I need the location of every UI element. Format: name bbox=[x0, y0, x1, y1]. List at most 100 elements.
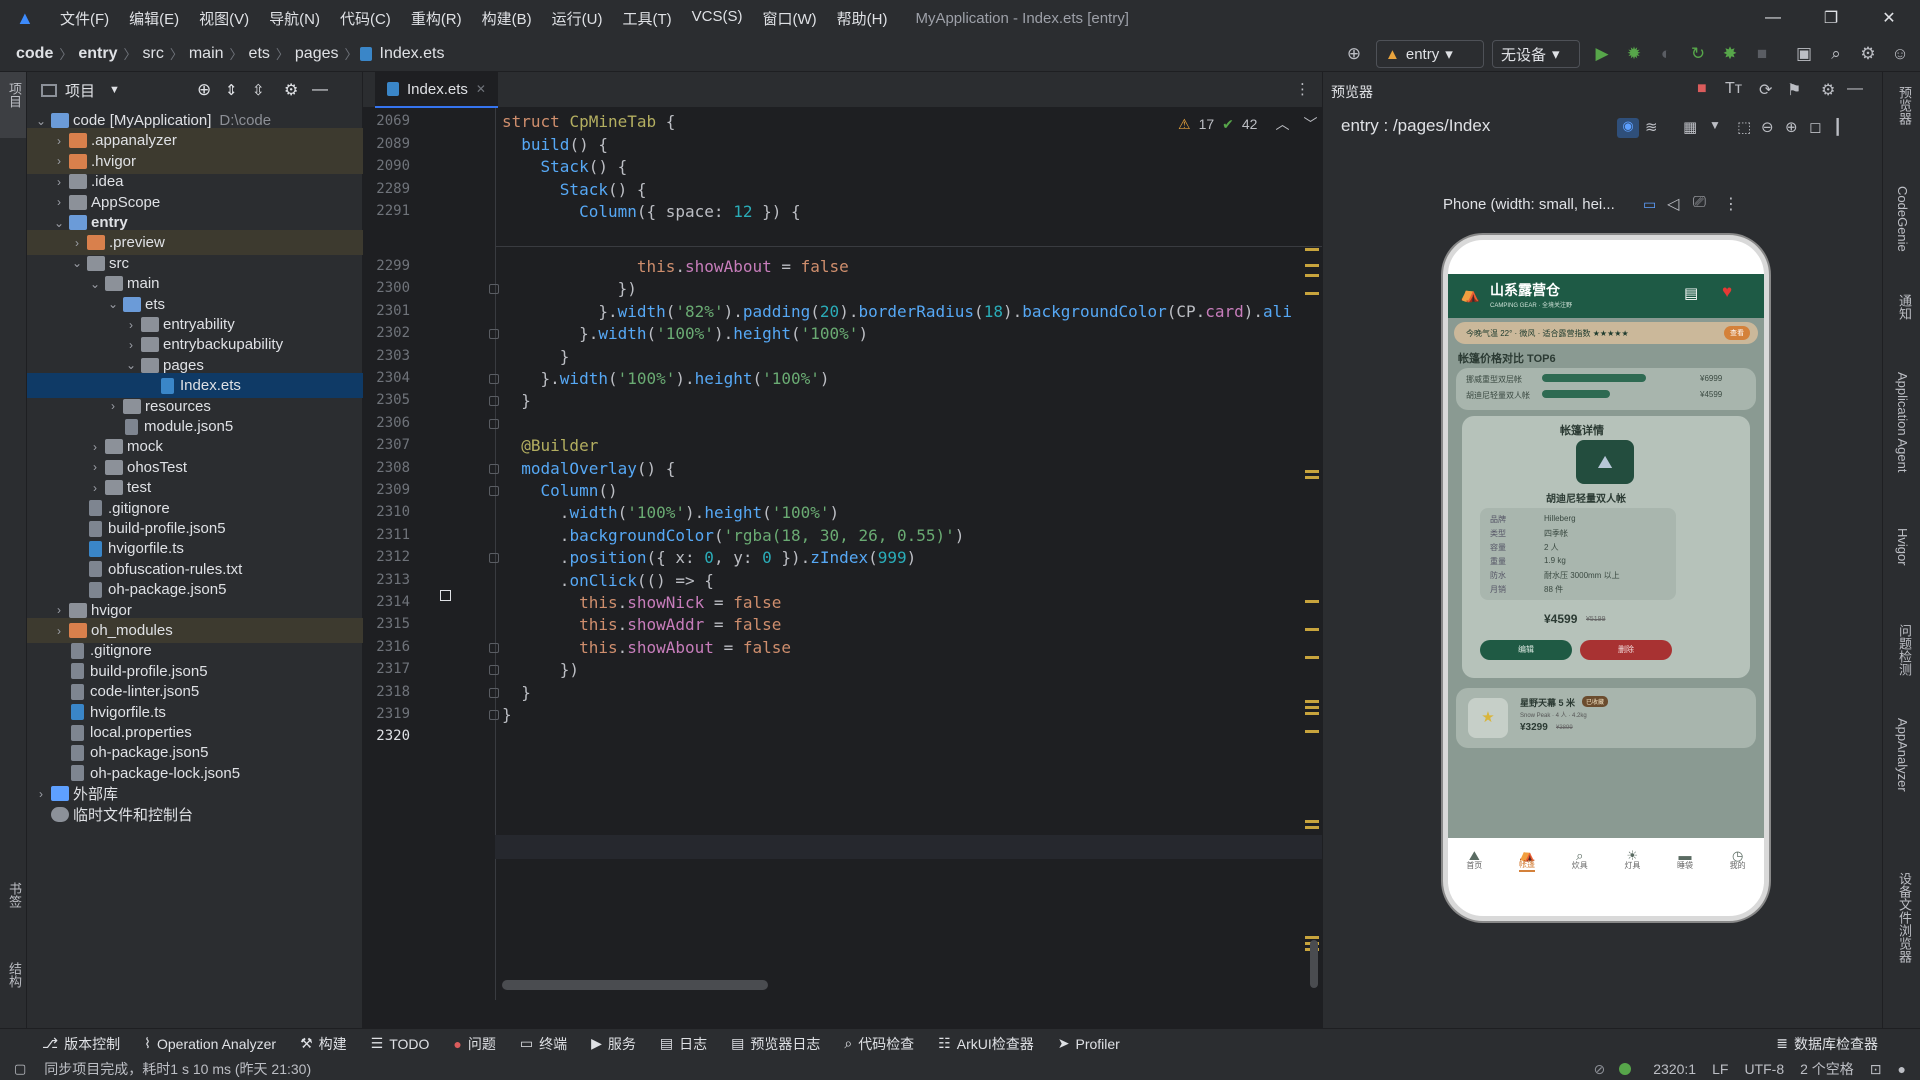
chevron-down-icon[interactable]: ⌄ bbox=[87, 277, 103, 291]
fold-marker-icon[interactable] bbox=[489, 710, 499, 720]
chevron-down-icon[interactable]: ▼ bbox=[1709, 118, 1721, 132]
calendar-icon[interactable]: ▤ bbox=[1684, 284, 1698, 302]
device-selector[interactable]: 无设备 ▾ bbox=[1492, 40, 1580, 68]
vertical-scrollbar[interactable] bbox=[1310, 940, 1318, 988]
app-nav-item[interactable]: ⌕ 炊具 bbox=[1572, 849, 1588, 871]
fold-marker-icon[interactable] bbox=[489, 396, 499, 407]
chevron-right-icon[interactable]: › bbox=[123, 338, 139, 352]
fold-marker-icon[interactable] bbox=[489, 642, 499, 653]
settings-icon[interactable]: ⚙ bbox=[1854, 40, 1882, 68]
warning-marker[interactable] bbox=[1305, 700, 1319, 703]
device-frame-icon[interactable]: ▭ bbox=[1643, 196, 1656, 213]
hot-reload-icon[interactable]: ⚑ bbox=[1787, 80, 1801, 100]
chevron-down-icon[interactable]: ▼ bbox=[109, 84, 120, 96]
chevron-right-icon[interactable]: › bbox=[105, 399, 121, 413]
code-line[interactable]: }.width('100%').height('100%') bbox=[502, 324, 868, 343]
bottom-tool-button[interactable]: ⚒ 构建 bbox=[288, 1034, 359, 1054]
fold-marker-icon[interactable] bbox=[489, 687, 499, 698]
account-icon[interactable]: ☺ bbox=[1886, 40, 1914, 68]
fold-marker-icon[interactable] bbox=[489, 665, 499, 676]
minimize-button[interactable]: — bbox=[1750, 0, 1796, 36]
chevron-right-icon[interactable]: › bbox=[51, 624, 67, 638]
file-encoding[interactable]: UTF-8 bbox=[1744, 1061, 1784, 1077]
code-line[interactable]: } bbox=[502, 391, 531, 410]
breadcrumb-item[interactable]: pages bbox=[291, 45, 343, 63]
close-button[interactable]: ✕ bbox=[1866, 0, 1912, 36]
status-dot-icon[interactable] bbox=[1619, 1063, 1632, 1075]
product-card[interactable]: ★ 星野天幕 5 米 已收藏 Snow Peak · 4 人 · 4.2kg ¥… bbox=[1456, 688, 1756, 748]
maximize-button[interactable]: ❐ bbox=[1808, 0, 1854, 36]
inspection-widget[interactable]: ⚠ 17 ✔ 42 ︿ ﹀ bbox=[1178, 114, 1317, 134]
device-manager-icon[interactable]: ▣ bbox=[1790, 40, 1818, 68]
bottom-tool-button[interactable]: ☰ TODO bbox=[359, 1034, 442, 1054]
rotate-icon[interactable]: ⎚ bbox=[1693, 194, 1706, 212]
bottom-tool-button[interactable]: ▤ 预览器日志 bbox=[719, 1034, 832, 1054]
indent-setting[interactable]: 2 个空格 bbox=[1800, 1059, 1854, 1079]
settings-icon[interactable]: ⚙ bbox=[1821, 80, 1835, 100]
code-line[interactable]: }.width('82%').padding(20).borderRadius(… bbox=[502, 302, 1292, 321]
warning-marker[interactable] bbox=[1305, 706, 1319, 709]
fold-marker-icon[interactable] bbox=[489, 374, 499, 384]
profile-icon[interactable]: ✸ bbox=[1716, 40, 1744, 68]
fullscreen-icon[interactable]: ◻ bbox=[1809, 118, 1821, 136]
update-icon[interactable]: ● bbox=[1898, 1061, 1906, 1077]
menu-item[interactable]: 重构(R) bbox=[401, 8, 472, 29]
chevron-right-icon[interactable]: › bbox=[69, 236, 85, 250]
chevron-right-icon[interactable]: › bbox=[87, 481, 103, 495]
menu-item[interactable]: 导航(N) bbox=[259, 8, 330, 29]
project-panel-title[interactable]: 项目 bbox=[65, 80, 95, 101]
bookmarks-tool-button[interactable]: 书签 bbox=[5, 882, 24, 908]
warning-marker[interactable] bbox=[1305, 274, 1319, 277]
attach-icon[interactable]: ◐ bbox=[1652, 40, 1680, 68]
bottom-tool-button[interactable]: ⎇ 版本控制 bbox=[30, 1034, 132, 1054]
color-preview-swatch[interactable] bbox=[440, 590, 451, 601]
debug-icon[interactable]: ✹ bbox=[1620, 40, 1648, 68]
menu-item[interactable]: 代码(C) bbox=[330, 8, 401, 29]
search-icon[interactable]: ⌕ bbox=[1822, 40, 1850, 68]
warning-marker[interactable] bbox=[1305, 820, 1319, 823]
chevron-right-icon[interactable]: › bbox=[51, 134, 67, 148]
fold-marker-icon[interactable] bbox=[489, 284, 499, 295]
device-file-browser-tool-button[interactable]: 设备文件浏览器 bbox=[1895, 872, 1914, 963]
more-icon[interactable]: ⋮ bbox=[1295, 80, 1310, 98]
code-line[interactable]: .onClick(() => { bbox=[502, 571, 714, 590]
chevron-down-icon[interactable]: ⌄ bbox=[123, 358, 139, 372]
prev-highlight-icon[interactable]: ︿ bbox=[1275, 114, 1289, 134]
menu-item[interactable]: 编辑(E) bbox=[119, 8, 189, 29]
fold-marker-icon[interactable] bbox=[489, 418, 499, 429]
appanalyzer-tool-button[interactable]: AppAnalyzer bbox=[1895, 718, 1910, 792]
run-icon[interactable]: ▶ bbox=[1588, 40, 1616, 68]
breadcrumb-item[interactable]: Index.ets bbox=[376, 45, 449, 63]
chevron-right-icon[interactable]: › bbox=[87, 460, 103, 474]
gear-icon[interactable]: ⚙ bbox=[284, 80, 298, 100]
menu-item[interactable]: 构建(B) bbox=[472, 8, 542, 29]
inspect-icon[interactable]: ◉ bbox=[1617, 118, 1639, 138]
collapse-all-icon[interactable]: ⇳ bbox=[252, 81, 265, 99]
warning-marker[interactable] bbox=[1305, 712, 1319, 715]
more-icon[interactable]: ⋮ bbox=[1723, 194, 1739, 214]
bottom-tool-button[interactable]: ▶ 服务 bbox=[579, 1034, 648, 1054]
menu-item[interactable]: 帮助(H) bbox=[827, 8, 898, 29]
horizontal-scrollbar[interactable] bbox=[502, 980, 768, 990]
chevron-right-icon[interactable]: › bbox=[51, 175, 67, 189]
code-line[interactable]: } bbox=[502, 347, 570, 366]
code-line[interactable]: }) bbox=[502, 660, 579, 679]
codegenie-tool-button[interactable]: CodeGenie bbox=[1895, 186, 1910, 252]
database-inspector-button[interactable]: ≣ 数据库检查器 bbox=[1764, 1034, 1890, 1054]
warning-marker[interactable] bbox=[1305, 600, 1319, 603]
code-line[interactable]: Stack() { bbox=[502, 157, 628, 176]
code-line[interactable]: .backgroundColor('rgba(18, 30, 26, 0.55)… bbox=[502, 526, 965, 545]
stop-icon[interactable]: ■ bbox=[1748, 40, 1776, 68]
chevron-right-icon[interactable]: › bbox=[51, 154, 67, 168]
fit-icon[interactable]: ⬚ bbox=[1737, 118, 1751, 136]
problem-detection-tool-button[interactable]: 问题检测 bbox=[1895, 624, 1914, 676]
ruler-icon[interactable]: ┃ bbox=[1833, 118, 1842, 136]
code-line[interactable]: Column() bbox=[502, 481, 618, 500]
chevron-down-icon[interactable]: ⌄ bbox=[105, 297, 121, 311]
chevron-right-icon[interactable]: › bbox=[51, 195, 67, 209]
code-line[interactable]: } bbox=[502, 683, 531, 702]
code-line[interactable]: this.showNick = false bbox=[502, 593, 781, 612]
module-selector[interactable]: ▲ entry ▾ bbox=[1376, 40, 1484, 68]
app-nav-item[interactable]: ⛰ 首页 bbox=[1466, 849, 1482, 871]
warning-marker[interactable] bbox=[1305, 936, 1319, 939]
